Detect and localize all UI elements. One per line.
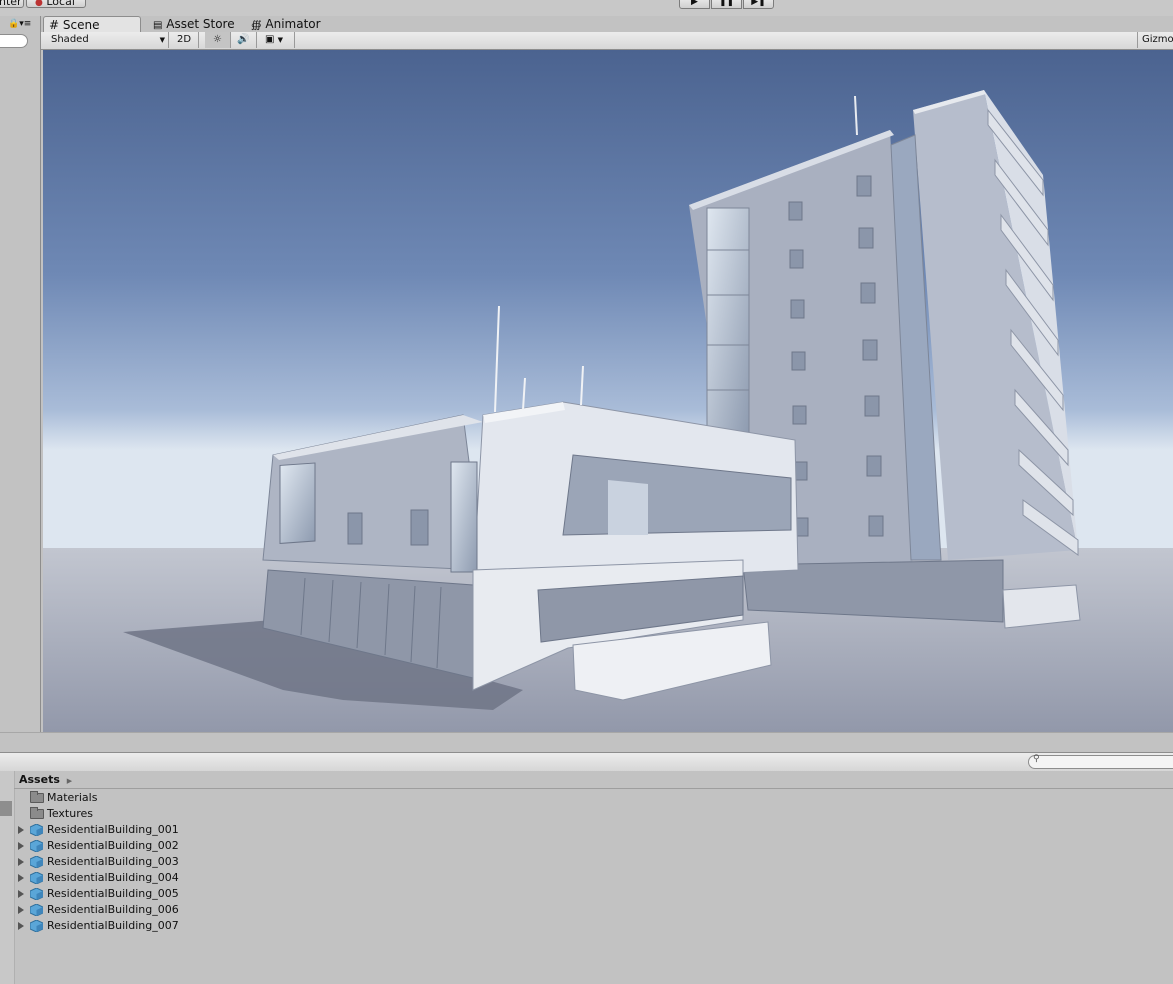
asset-label: ResidentialBuilding_001 <box>47 823 179 836</box>
step-icon: ▶❚ <box>751 0 766 7</box>
hierarchy-search-input[interactable] <box>0 34 28 48</box>
image-icon: ▣ <box>265 34 275 45</box>
prefab-icon <box>30 824 43 836</box>
folder-icon <box>30 807 44 819</box>
effects-dropdown[interactable]: ▣ ▼ <box>261 32 295 48</box>
asset-label: ResidentialBuilding_006 <box>47 903 179 916</box>
main-toolbar: nter ● Local ▶ ❚❚ ▶❚ <box>0 0 1173 16</box>
breadcrumb-arrow-icon: ▶ <box>66 777 73 785</box>
search-icon: ⚲ <box>1033 754 1040 764</box>
space-label: Local <box>46 0 75 8</box>
project-assets-panel: Assets ▶ Materials Textures ResidentialB… <box>0 771 1173 984</box>
audio-toggle[interactable]: 🔊 <box>231 32 257 48</box>
folder-icon <box>30 791 44 803</box>
project-search-input[interactable]: ⚲ <box>1028 754 1173 769</box>
lighting-toggle[interactable]: ☼ <box>205 32 231 48</box>
play-button[interactable]: ▶ <box>679 0 710 9</box>
foldout-arrow-icon[interactable] <box>18 874 24 882</box>
breadcrumb-assets[interactable]: Assets <box>19 773 60 786</box>
pause-button[interactable]: ❚❚ <box>711 0 742 9</box>
foldout-arrow-icon[interactable] <box>18 858 24 866</box>
foldout-arrow-icon[interactable] <box>18 826 24 834</box>
panel-menu-icon[interactable]: 🔒▾≡ <box>8 19 31 29</box>
prefab-icon <box>30 840 43 852</box>
prefab-icon <box>30 872 43 884</box>
gizmos-label: Gizmo <box>1142 34 1173 45</box>
pivot-label: nter <box>0 0 22 8</box>
tab-label: Scene <box>62 18 100 32</box>
asset-label: Materials <box>47 791 98 804</box>
asset-label: ResidentialBuilding_004 <box>47 871 179 884</box>
folder-tree-strip <box>0 771 15 984</box>
sun-icon: ☼ <box>213 34 222 45</box>
chevron-down-icon: ▼ <box>277 36 284 44</box>
foldout-arrow-icon[interactable] <box>18 906 24 914</box>
tab-label: Animator <box>265 17 321 31</box>
store-icon: ▤ <box>153 20 163 31</box>
hierarchy-panel: 🔒▾≡ <box>0 16 41 732</box>
space-toggle[interactable]: ● Local <box>26 0 86 8</box>
chevron-down-icon: ▼ <box>159 36 165 44</box>
tab-asset-store[interactable]: ▤ Asset Store <box>148 16 243 32</box>
scene-tab-bar: # Scene ▤ Asset Store ∰ Animator <box>41 16 1173 32</box>
prefab-icon <box>30 904 43 916</box>
tab-label: Asset Store <box>166 17 235 31</box>
breadcrumb: Assets ▶ <box>14 771 1173 789</box>
scene-viewport[interactable] <box>43 50 1173 732</box>
asset-label: ResidentialBuilding_007 <box>47 919 179 932</box>
speaker-icon: 🔊 <box>237 34 250 45</box>
tab-animator[interactable]: ∰ Animator <box>246 16 331 32</box>
scene-render <box>43 50 1173 732</box>
pause-icon: ❚❚ <box>718 0 735 7</box>
foldout-arrow-icon[interactable] <box>18 922 24 930</box>
draw-mode-dropdown[interactable]: Shaded ▼ <box>47 32 169 48</box>
hash-icon: # <box>49 18 60 32</box>
tab-scene[interactable]: # Scene <box>43 16 141 32</box>
prefab-icon <box>30 920 43 932</box>
space-icon: ● <box>35 0 43 8</box>
asset-label: ResidentialBuilding_002 <box>47 839 179 852</box>
gizmos-dropdown[interactable]: Gizmo <box>1137 32 1173 48</box>
folder-tree-selection[interactable] <box>0 801 12 816</box>
step-button[interactable]: ▶❚ <box>743 0 774 9</box>
animator-icon: ∰ <box>251 20 262 31</box>
scene-toolbar: Shaded ▼ 2D ☼ 🔊 ▣ ▼ Gizmo <box>41 32 1173 50</box>
draw-mode-label: Shaded <box>51 34 89 45</box>
prefab-icon <box>30 888 43 900</box>
project-toolbar: ⚲ <box>0 752 1173 772</box>
panel-splitter[interactable] <box>0 732 1173 753</box>
asset-label: ResidentialBuilding_003 <box>47 855 179 868</box>
2d-label: 2D <box>177 34 192 45</box>
foldout-arrow-icon[interactable] <box>18 842 24 850</box>
pivot-toggle[interactable]: nter <box>0 0 24 8</box>
foldout-arrow-icon[interactable] <box>18 890 24 898</box>
asset-label: Textures <box>47 807 93 820</box>
prefab-icon <box>30 856 43 868</box>
play-icon: ▶ <box>691 0 698 7</box>
2d-toggle[interactable]: 2D <box>173 32 199 48</box>
asset-label: ResidentialBuilding_005 <box>47 887 179 900</box>
